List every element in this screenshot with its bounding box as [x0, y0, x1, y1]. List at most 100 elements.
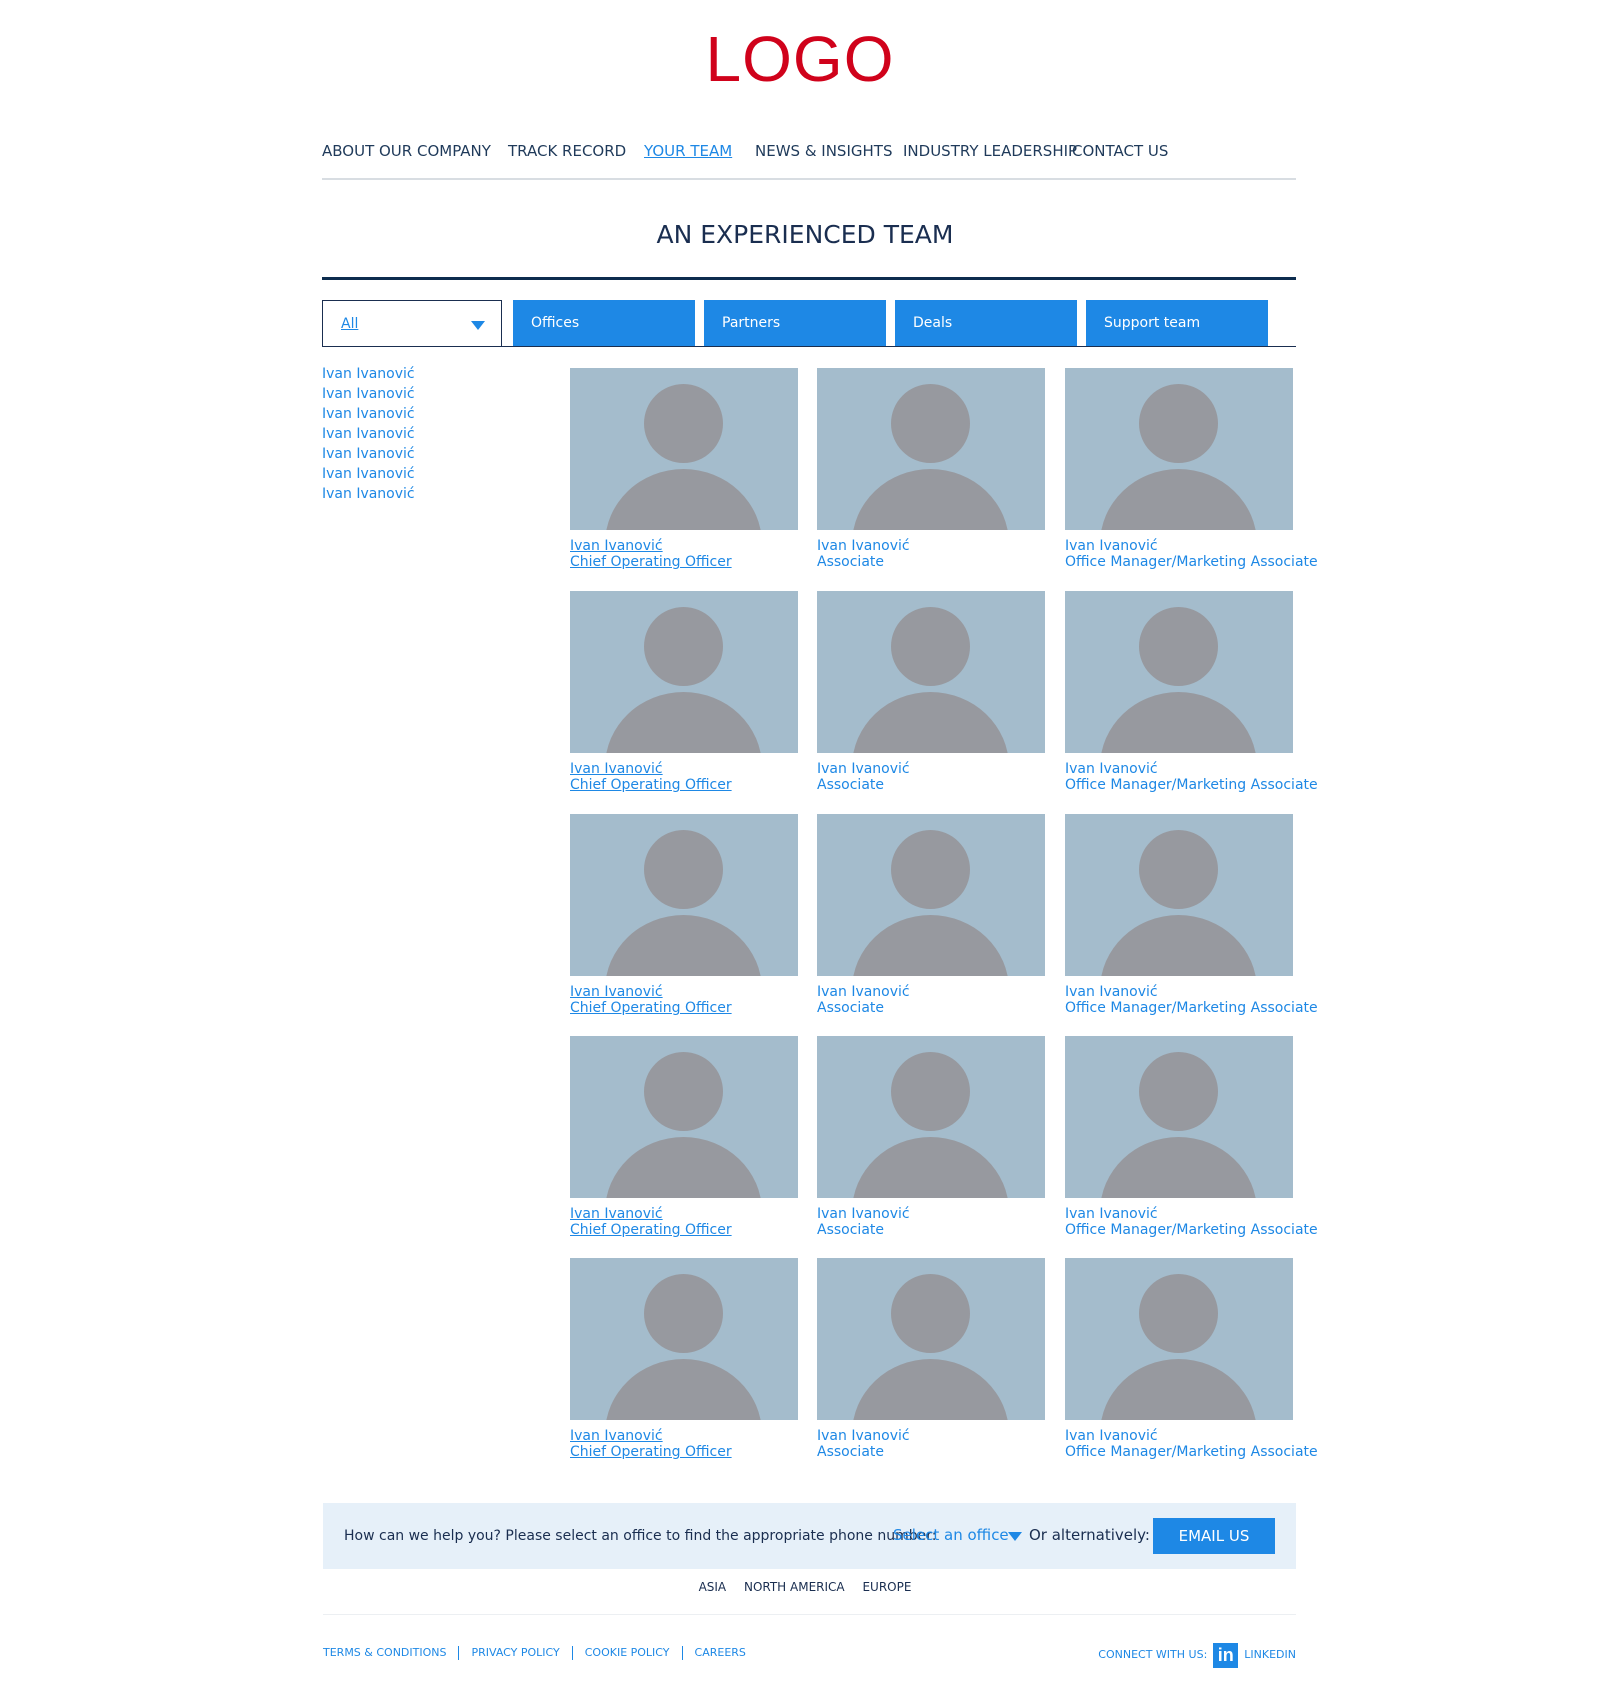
member-name: Ivan Ivanović	[1065, 984, 1158, 1000]
help-text: How can we help you? Please select an of…	[344, 1528, 937, 1544]
help-bar: How can we help you? Please select an of…	[323, 1503, 1296, 1569]
page-title: AN EXPERIENCED TEAM	[656, 220, 954, 249]
person-silhouette-icon[interactable]	[1065, 1036, 1293, 1198]
office-select[interactable]: Select an office	[893, 1526, 1009, 1544]
team-name-link[interactable]: Ivan Ivanović	[322, 404, 415, 424]
member-role: Office Manager/Marketing Associate	[1065, 1444, 1318, 1460]
logo[interactable]: LOGO	[0, 22, 1600, 96]
member-name: Ivan Ivanović	[1065, 1428, 1158, 1444]
team-card[interactable]: Ivan Ivanović Chief Operating Officer	[570, 1258, 798, 1460]
link-separator	[458, 1646, 460, 1660]
footer-divider	[323, 1614, 1296, 1615]
team-name-link[interactable]: Ivan Ivanović	[322, 384, 415, 404]
person-silhouette-icon[interactable]	[817, 368, 1045, 530]
team-name-link[interactable]: Ivan Ivanović	[322, 444, 415, 464]
link-separator	[681, 1646, 683, 1660]
region-asia[interactable]: ASIA	[699, 1580, 727, 1594]
region-north-america[interactable]: NORTH AMERICA	[744, 1580, 845, 1594]
careers-link[interactable]: CAREERS	[695, 1646, 746, 1659]
member-role: Chief Operating Officer	[570, 1000, 732, 1016]
team-card[interactable]: Ivan Ivanović Chief Operating Officer	[570, 368, 798, 570]
team-name-link[interactable]: Ivan Ivanović	[322, 484, 415, 504]
member-role: Associate	[817, 554, 884, 570]
team-card[interactable]: Ivan Ivanović Office Manager/Marketing A…	[1065, 368, 1318, 570]
terms-link[interactable]: TERMS & CONDITIONS	[323, 1646, 446, 1659]
footer-links: TERMS & CONDITIONS PRIVACY POLICY COOKIE P…	[323, 1646, 746, 1660]
team-name-list: Ivan Ivanović Ivan Ivanović Ivan Ivanovi…	[322, 364, 415, 504]
member-name: Ivan Ivanović	[1065, 761, 1158, 777]
team-card[interactable]: Ivan Ivanović Associate	[817, 1036, 1045, 1238]
team-card[interactable]: Ivan Ivanović Office Manager/Marketing A…	[1065, 1258, 1318, 1460]
person-silhouette-icon[interactable]	[817, 814, 1045, 976]
person-silhouette-icon[interactable]	[817, 1036, 1045, 1198]
member-name: Ivan Ivanović	[570, 538, 663, 554]
team-card[interactable]: Ivan Ivanović Associate	[817, 1258, 1045, 1460]
linkedin-link[interactable]: LINKEDIN	[1244, 1648, 1296, 1661]
member-role: Associate	[817, 1444, 884, 1460]
region-europe[interactable]: EUROPE	[862, 1580, 911, 1594]
person-silhouette-icon[interactable]	[817, 591, 1045, 753]
member-role: Chief Operating Officer	[570, 1222, 732, 1238]
linkedin-icon[interactable]: in	[1213, 1643, 1239, 1668]
person-silhouette-icon[interactable]	[570, 1258, 798, 1420]
team-card[interactable]: Ivan Ivanović Chief Operating Officer	[570, 591, 798, 793]
nav-track-record[interactable]: TRACK RECORD	[508, 142, 626, 160]
team-name-link[interactable]: Ivan Ivanović	[322, 424, 415, 444]
person-silhouette-icon[interactable]	[1065, 1258, 1293, 1420]
filter-bar: All Offices Partners Deals Support team	[322, 300, 1296, 347]
team-card[interactable]: Ivan Ivanović Associate	[817, 591, 1045, 793]
person-silhouette-icon[interactable]	[1065, 814, 1293, 976]
nav-your-team[interactable]: YOUR TEAM	[644, 142, 732, 160]
team-card[interactable]: Ivan Ivanović Office Manager/Marketing A…	[1065, 1036, 1318, 1238]
team-card[interactable]: Ivan Ivanović Chief Operating Officer	[570, 1036, 798, 1238]
title-divider	[322, 277, 1296, 280]
person-silhouette-icon[interactable]	[570, 368, 798, 530]
member-name: Ivan Ivanović	[570, 1428, 663, 1444]
member-role: Chief Operating Officer	[570, 1444, 732, 1460]
team-card[interactable]: Ivan Ivanović Chief Operating Officer	[570, 814, 798, 1016]
member-role: Associate	[817, 1000, 884, 1016]
tab-partners[interactable]: Partners	[704, 300, 886, 346]
cookie-link[interactable]: COOKIE POLICY	[585, 1646, 670, 1659]
filter-dropdown[interactable]: All	[322, 300, 502, 346]
team-card[interactable]: Ivan Ivanović Office Manager/Marketing A…	[1065, 814, 1318, 1016]
region-links: ASIA NORTH AMERICA EUROPE	[0, 1580, 1600, 1594]
alternative-label: Or alternatively:	[1029, 1526, 1150, 1544]
email-us-button[interactable]: EMAIL US	[1153, 1518, 1275, 1554]
nav-news-insights[interactable]: NEWS & INSIGHTS	[755, 142, 892, 160]
member-name: Ivan Ivanović	[817, 761, 910, 777]
social-connect: CONNECT WITH US: in LINKEDIN	[1098, 1643, 1296, 1668]
member-name: Ivan Ivanović	[1065, 1206, 1158, 1222]
filter-dropdown-value: All	[341, 316, 359, 332]
member-name: Ivan Ivanović	[570, 984, 663, 1000]
main-nav: ABOUT OUR COMPANY TRACK RECORD YOUR TEAM…	[322, 140, 1296, 180]
person-silhouette-icon[interactable]	[1065, 368, 1293, 530]
member-role: Office Manager/Marketing Associate	[1065, 1222, 1318, 1238]
person-silhouette-icon[interactable]	[817, 1258, 1045, 1420]
privacy-link[interactable]: PRIVACY POLICY	[471, 1646, 559, 1659]
footer: TERMS & CONDITIONS PRIVACY POLICY COOKIE P…	[323, 1643, 1296, 1668]
team-card[interactable]: Ivan Ivanović Office Manager/Marketing A…	[1065, 591, 1318, 793]
nav-industry-leadership[interactable]: INDUSTRY LEADERSHIP	[903, 142, 1077, 160]
person-silhouette-icon[interactable]	[570, 591, 798, 753]
tab-offices[interactable]: Offices	[513, 300, 695, 346]
member-role: Office Manager/Marketing Associate	[1065, 1000, 1318, 1016]
member-role: Associate	[817, 777, 884, 793]
team-name-link[interactable]: Ivan Ivanović	[322, 364, 415, 384]
nav-about-our-company[interactable]: ABOUT OUR COMPANY	[322, 142, 491, 160]
person-silhouette-icon[interactable]	[1065, 591, 1293, 753]
member-name: Ivan Ivanović	[1065, 538, 1158, 554]
member-name: Ivan Ivanović	[817, 1428, 910, 1444]
person-silhouette-icon[interactable]	[570, 814, 798, 976]
member-role: Office Manager/Marketing Associate	[1065, 777, 1318, 793]
team-card[interactable]: Ivan Ivanović Associate	[817, 814, 1045, 1016]
caret-down-icon	[471, 321, 485, 330]
tab-support-team[interactable]: Support team	[1086, 300, 1268, 346]
tab-deals[interactable]: Deals	[895, 300, 1077, 346]
nav-contact-us[interactable]: CONTACT US	[1072, 142, 1168, 160]
member-name: Ivan Ivanović	[817, 538, 910, 554]
person-silhouette-icon[interactable]	[570, 1036, 798, 1198]
caret-down-icon[interactable]	[1008, 1532, 1022, 1541]
team-name-link[interactable]: Ivan Ivanović	[322, 464, 415, 484]
team-card[interactable]: Ivan Ivanović Associate	[817, 368, 1045, 570]
